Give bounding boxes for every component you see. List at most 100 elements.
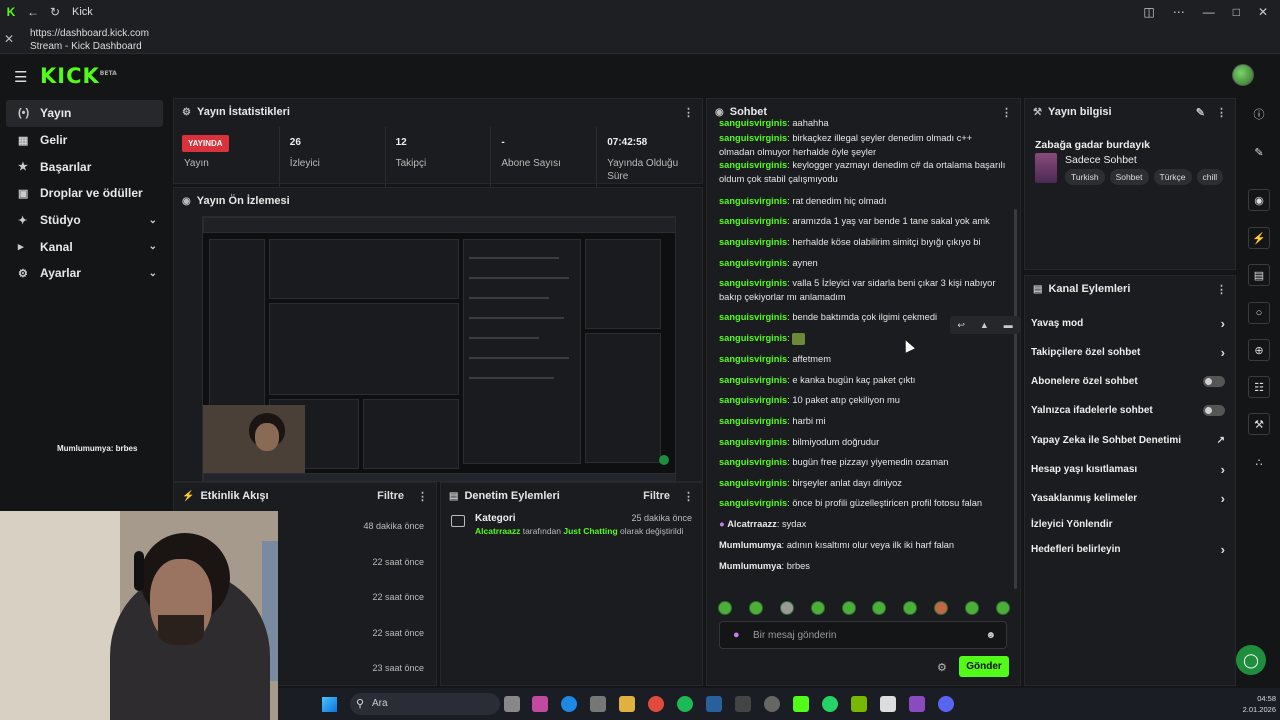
task-view-icon[interactable] xyxy=(504,696,520,712)
steam-icon[interactable] xyxy=(706,696,722,712)
apps-icon[interactable]: ∴ xyxy=(1248,451,1270,473)
chat-message[interactable]: sanguisvirginis: 10 paket atıp çekiliyon… xyxy=(719,394,1009,408)
chat-message[interactable]: sanguisvirginis: aahahha xyxy=(719,117,1009,131)
chat-username[interactable]: sanguisvirginis xyxy=(719,258,787,268)
more-icon[interactable]: ⋯ xyxy=(1173,5,1185,19)
chat-username[interactable]: sanguisvirginis xyxy=(719,478,787,488)
stats-toggle-icon[interactable]: ☷ xyxy=(1248,376,1270,398)
delete-icon[interactable]: ▬ xyxy=(1004,320,1013,330)
user-avatar[interactable] xyxy=(1232,64,1254,86)
chat-username[interactable]: sanguisvirginis xyxy=(719,216,787,226)
emote-icon[interactable] xyxy=(841,601,856,615)
chat-message[interactable]: sanguisvirginis: aramızda 1 yaş var bend… xyxy=(719,215,1009,229)
emote-icon[interactable] xyxy=(934,601,949,615)
visual-studio-icon[interactable] xyxy=(909,696,925,712)
emote-icon[interactable] xyxy=(810,601,825,615)
chat-username[interactable]: sanguisvirginis xyxy=(719,375,787,385)
folder-icon[interactable] xyxy=(619,696,635,712)
action-followers-only[interactable]: Takipçilere özel sohbet › xyxy=(1031,342,1225,362)
stream-preview-video[interactable] xyxy=(202,216,676,482)
tabs-icon[interactable]: ◫ xyxy=(1143,5,1154,19)
chat-username[interactable]: sanguisvirginis xyxy=(719,278,787,288)
spotify-icon[interactable] xyxy=(677,696,693,712)
kick-app-icon[interactable] xyxy=(793,696,809,712)
chat-scrollbar[interactable] xyxy=(1014,209,1017,589)
help-icon[interactable]: ◯ xyxy=(1236,645,1266,675)
action-slow-mode[interactable]: Yavaş mod › xyxy=(1031,313,1225,333)
reload-icon[interactable]: ↻ xyxy=(44,5,66,19)
moderation-toggle-icon[interactable]: ▤ xyxy=(1248,264,1270,286)
kick-logo[interactable]: KICKBETA xyxy=(40,64,117,88)
chat-username[interactable]: sanguisvirginis xyxy=(719,160,787,170)
chat-username[interactable]: sanguisvirginis xyxy=(719,312,787,322)
chat-username[interactable]: sanguisvirginis xyxy=(719,416,787,426)
chat-username[interactable]: sanguisvirginis xyxy=(719,457,787,467)
emote-icon[interactable] xyxy=(872,601,887,615)
emote-icon[interactable] xyxy=(718,601,732,615)
chat-username[interactable]: sanguisvirginis xyxy=(719,498,787,508)
action-goals[interactable]: Hedefleri belirleyin › xyxy=(1031,539,1225,559)
chat-message[interactable]: sanguisvirginis: valla 5 İzleyici var si… xyxy=(719,277,1009,304)
chat-message[interactable]: sanguisvirginis: rat denedim hiç olmadı xyxy=(719,195,1009,209)
activity-toggle-icon[interactable]: ⚡ xyxy=(1248,227,1270,249)
chat-message[interactable]: sanguisvirginis: keylogger yazmayı dened… xyxy=(719,159,1009,186)
chat-username[interactable]: sanguisvirginis xyxy=(719,333,787,343)
emote-icon[interactable] xyxy=(995,601,1010,615)
whatsapp-icon[interactable] xyxy=(822,696,838,712)
chat-message[interactable]: sanguisvirginis: e kanka bugün kaç paket… xyxy=(719,374,1009,388)
chat-username[interactable]: Mumlumumya xyxy=(719,561,782,571)
chat-message[interactable]: sanguisvirginis: birkaçkez illegal şeyle… xyxy=(719,132,1009,159)
chat-message[interactable]: sanguisvirginis: bugün free pizzayı yiye… xyxy=(719,456,1009,470)
chat-message[interactable]: sanguisvirginis: aynen xyxy=(719,257,1009,271)
chat-message[interactable]: sanguisvirginis: herhalde köse olabiliri… xyxy=(719,236,1009,250)
filter-button[interactable]: Filtre xyxy=(377,490,404,502)
windows-start-icon[interactable] xyxy=(322,697,337,712)
epic-icon[interactable] xyxy=(735,696,751,712)
discord-icon[interactable] xyxy=(938,696,954,712)
chat-input[interactable]: ● Bir mesaj gönderin ☻ xyxy=(719,621,1007,649)
chat-message[interactable]: sanguisvirginis: önce bi profili güzelle… xyxy=(719,497,1009,511)
chat-username[interactable]: sanguisvirginis xyxy=(719,437,787,447)
app-icon[interactable] xyxy=(880,696,896,712)
edge-icon[interactable] xyxy=(561,696,577,712)
emote-icon[interactable] xyxy=(779,601,794,615)
microphone-icon[interactable]: ● xyxy=(733,629,740,641)
close-icon[interactable]: ✕ xyxy=(1258,5,1268,19)
chat-message[interactable]: Mumlumumya: brbes xyxy=(719,560,1009,574)
chat-message[interactable]: ● Alcatrraazz: sydax xyxy=(719,518,1009,532)
store-icon[interactable] xyxy=(590,696,606,712)
maximize-icon[interactable]: □ xyxy=(1233,5,1240,19)
app-icon[interactable] xyxy=(764,696,780,712)
pin-icon[interactable]: ▲ xyxy=(980,320,989,330)
minimize-icon[interactable]: — xyxy=(1203,5,1215,19)
chat-settings-icon[interactable]: ⚙ xyxy=(937,661,947,674)
pencil-icon[interactable]: ✎ xyxy=(1248,141,1270,163)
sidebar-item-kanal[interactable]: ▸ Kanal ⌄ xyxy=(6,233,163,260)
chat-message[interactable]: sanguisvirginis: bilmiyodum doğrudur xyxy=(719,436,1009,450)
toggle-switch[interactable] xyxy=(1203,404,1225,416)
url-text[interactable]: https://dashboard.kick.com xyxy=(30,28,149,39)
close-popup-icon[interactable]: ✕ xyxy=(4,32,14,46)
back-arrow-icon[interactable]: ← xyxy=(22,5,44,19)
emote-icon[interactable] xyxy=(965,601,979,615)
reply-icon[interactable]: ↩ xyxy=(957,320,965,331)
more-options-icon[interactable]: ⋮ xyxy=(683,490,694,503)
more-options-icon[interactable]: ⋮ xyxy=(417,490,428,503)
chat-message[interactable]: sanguisvirginis: xyxy=(719,332,1009,346)
sidebar-item-yayin[interactable]: (•) Yayın xyxy=(6,100,163,127)
send-button[interactable]: Gönder xyxy=(959,656,1009,677)
chat-message[interactable]: sanguisvirginis: harbi mi xyxy=(719,415,1009,429)
edit-icon[interactable]: ✎ xyxy=(1196,106,1205,119)
chat-username[interactable]: sanguisvirginis xyxy=(719,118,787,128)
taskbar-search[interactable]: ⚲ Ara xyxy=(350,693,500,715)
action-banned-words[interactable]: Yasaklanmış kelimeler › xyxy=(1031,488,1225,508)
action-ai-moderation[interactable]: Yapay Zeka ile Sohbet Denetimi ↗ xyxy=(1031,430,1225,450)
emote-icon[interactable] xyxy=(748,601,763,615)
chat-username[interactable]: sanguisvirginis xyxy=(719,133,787,143)
more-options-icon[interactable]: ⋮ xyxy=(683,106,694,119)
chat-username[interactable]: sanguisvirginis xyxy=(719,237,787,247)
sidebar-item-gelir[interactable]: ▦ Gelir xyxy=(6,127,163,154)
filter-button[interactable]: Filtre xyxy=(643,490,670,502)
chat-username[interactable]: sanguisvirginis xyxy=(719,395,787,405)
chat-username[interactable]: sanguisvirginis xyxy=(719,196,787,206)
